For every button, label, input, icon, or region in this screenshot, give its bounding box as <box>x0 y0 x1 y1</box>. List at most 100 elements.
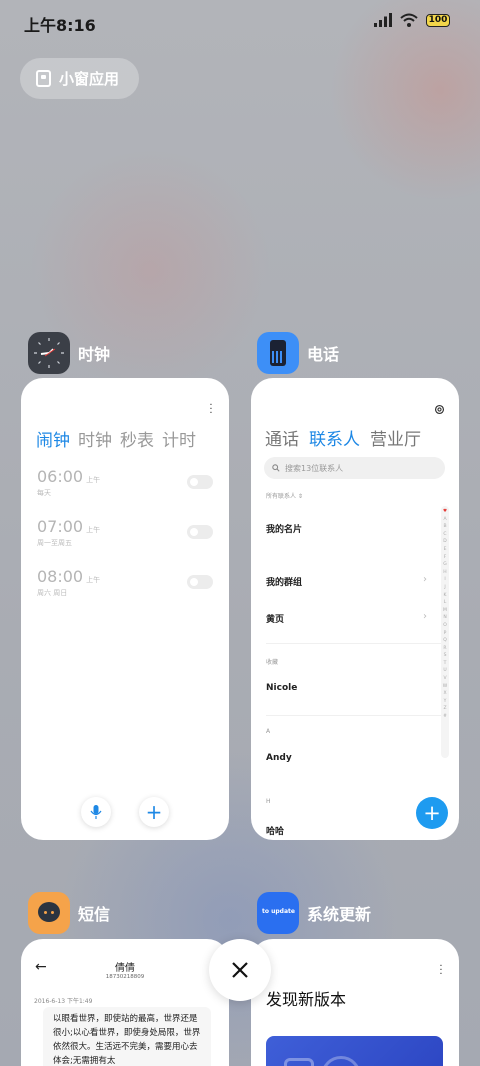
section-header-h: H <box>266 798 271 805</box>
tab-calls[interactable]: 通话 <box>265 425 299 450</box>
plus-icon: + <box>423 801 441 825</box>
tab-alarm[interactable]: 闹钟 <box>36 426 70 451</box>
index-letter[interactable]: M <box>443 607 447 615</box>
alarm-item[interactable]: 06:00 上午 每天 <box>37 467 213 498</box>
yellow-pages-item[interactable]: 黄页 <box>266 612 284 625</box>
index-letter[interactable]: Z <box>443 705 446 713</box>
index-letter[interactable]: # <box>443 713 447 721</box>
tab-timer[interactable]: 计时 <box>162 426 196 451</box>
tab-contacts[interactable]: 联系人 <box>309 425 360 450</box>
settings-gear-icon[interactable] <box>434 404 445 415</box>
all-contacts-filter[interactable]: 所有联系人 ⇕ <box>266 491 303 500</box>
status-indicators: 100 <box>374 13 450 27</box>
sms-conversation-header: 倩倩 18730218809 <box>21 959 229 980</box>
index-letter[interactable]: Q <box>443 637 447 645</box>
sms-message-bubble: 以眼看世界，即使站的最高，世界还是很小;以心看世界，即使身处局限，世界依然很大。… <box>43 1007 211 1066</box>
clear-all-button[interactable] <box>209 939 271 1001</box>
plus-icon: + <box>145 800 163 824</box>
signal-icon <box>374 13 392 27</box>
update-app-card[interactable]: · · · 发现新版本 <box>251 939 459 1066</box>
contact-item[interactable]: Andy <box>266 753 292 763</box>
index-letter[interactable]: S <box>444 652 447 660</box>
alarm-ampm: 上午 <box>86 526 101 534</box>
alarm-item[interactable]: 07:00 上午 周一至周五 <box>37 517 213 548</box>
sms-app-card[interactable]: ← 倩倩 18730218809 2016-6-13 下午1:49 以眼看世界，… <box>21 939 229 1066</box>
update-banner-image <box>266 1036 443 1066</box>
status-time: 上午8:16 <box>24 16 96 35</box>
index-letter[interactable]: I <box>444 576 445 584</box>
index-letter[interactable]: V <box>443 675 446 683</box>
index-letter[interactable]: J <box>444 584 445 592</box>
sms-app-name: 短信 <box>78 905 111 924</box>
search-icon <box>272 464 280 472</box>
index-letter[interactable]: N <box>443 614 446 622</box>
index-letter[interactable]: K <box>444 592 447 600</box>
alarm-toggle[interactable] <box>187 525 213 539</box>
divider <box>266 715 441 716</box>
chevron-right-icon: › <box>423 574 427 585</box>
floating-window-button[interactable]: 小窗应用 <box>20 58 139 99</box>
add-alarm-button[interactable]: + <box>139 797 169 827</box>
clock-app-name: 时钟 <box>78 345 111 364</box>
clock-tabs: 闹钟 时钟 秒表 计时 <box>36 426 196 451</box>
add-contact-button[interactable]: + <box>416 797 448 829</box>
microphone-icon <box>90 805 102 819</box>
clock-app-icon <box>28 332 70 374</box>
contact-item[interactable]: 哈哈 <box>266 824 284 837</box>
index-letter[interactable]: W <box>443 683 447 691</box>
alphabet-index-scrollbar[interactable]: ♥ A B C D E F G H I J K L M N O P Q R S T U V W X Y Z # <box>441 506 449 758</box>
index-letter[interactable]: P <box>444 630 447 638</box>
tab-stopwatch[interactable]: 秒表 <box>120 426 154 451</box>
section-header-a: A <box>266 728 271 735</box>
index-letter[interactable]: G <box>443 561 447 569</box>
update-more-icon[interactable]: · · · <box>439 962 443 980</box>
index-letter[interactable]: R <box>443 645 446 653</box>
tab-clock[interactable]: 时钟 <box>78 426 112 451</box>
sms-app-icon <box>28 892 70 934</box>
alarm-days: 每天 <box>37 489 51 497</box>
clock-more-icon[interactable]: · · · <box>209 401 213 419</box>
index-letter[interactable]: A <box>443 516 446 524</box>
floating-window-icon <box>36 70 51 87</box>
system-update-app-icon: to update <box>257 892 299 934</box>
phone-app-card[interactable]: 通话 联系人 营业厅 搜索13位联系人 所有联系人 ⇕ 我的名片 我的群组 › … <box>251 378 459 840</box>
alarm-time: 08:00 <box>37 567 84 586</box>
index-letter[interactable]: U <box>443 667 446 675</box>
index-letter[interactable]: L <box>444 599 447 607</box>
index-letter[interactable]: E <box>444 546 447 554</box>
index-letter[interactable]: C <box>443 531 446 539</box>
floating-window-label: 小窗应用 <box>59 70 120 88</box>
alarm-toggle[interactable] <box>187 475 213 489</box>
phone-app-header[interactable]: 电话 <box>257 332 339 374</box>
sms-date: 2016-6-13 下午1:49 <box>34 998 93 1005</box>
contact-search-input[interactable]: 搜索13位联系人 <box>264 457 445 479</box>
update-title: 发现新版本 <box>266 990 347 1009</box>
index-letter[interactable]: B <box>443 523 446 531</box>
index-letter[interactable]: F <box>444 554 447 562</box>
my-groups-item[interactable]: 我的群组 <box>266 575 302 588</box>
sms-contact-name: 倩倩 <box>115 963 135 974</box>
index-letter[interactable]: Y <box>444 698 447 706</box>
index-letter[interactable]: H <box>443 569 446 577</box>
my-card-item[interactable]: 我的名片 <box>266 522 302 535</box>
index-letter[interactable]: O <box>443 622 447 630</box>
sms-app-header[interactable]: 短信 <box>28 892 110 934</box>
alarm-ampm: 上午 <box>86 476 101 484</box>
alarm-item[interactable]: 08:00 上午 周六 周日 <box>37 567 213 598</box>
index-letter[interactable]: X <box>443 690 446 698</box>
alarm-toggle[interactable] <box>187 575 213 589</box>
phone-tabs: 通话 联系人 营业厅 <box>265 425 421 450</box>
contact-item[interactable]: Nicole <box>266 683 297 693</box>
alarm-days: 周六 周日 <box>37 589 68 597</box>
clock-app-card[interactable]: · · · 闹钟 时钟 秒表 计时 06:00 上午 每天 07:00 上午 周一至周五… <box>21 378 229 840</box>
update-app-name: 系统更新 <box>307 905 372 924</box>
index-letter[interactable]: T <box>444 660 447 668</box>
clock-app-header[interactable]: 时钟 <box>28 332 110 374</box>
sms-contact-number: 18730218809 <box>105 974 145 980</box>
voice-alarm-button[interactable] <box>81 797 111 827</box>
tab-service-hall[interactable]: 营业厅 <box>370 425 421 450</box>
index-letter[interactable]: ♥ <box>443 508 447 516</box>
update-app-header[interactable]: to update 系统更新 <box>257 892 371 934</box>
phone-app-icon <box>257 332 299 374</box>
index-letter[interactable]: D <box>443 538 446 546</box>
